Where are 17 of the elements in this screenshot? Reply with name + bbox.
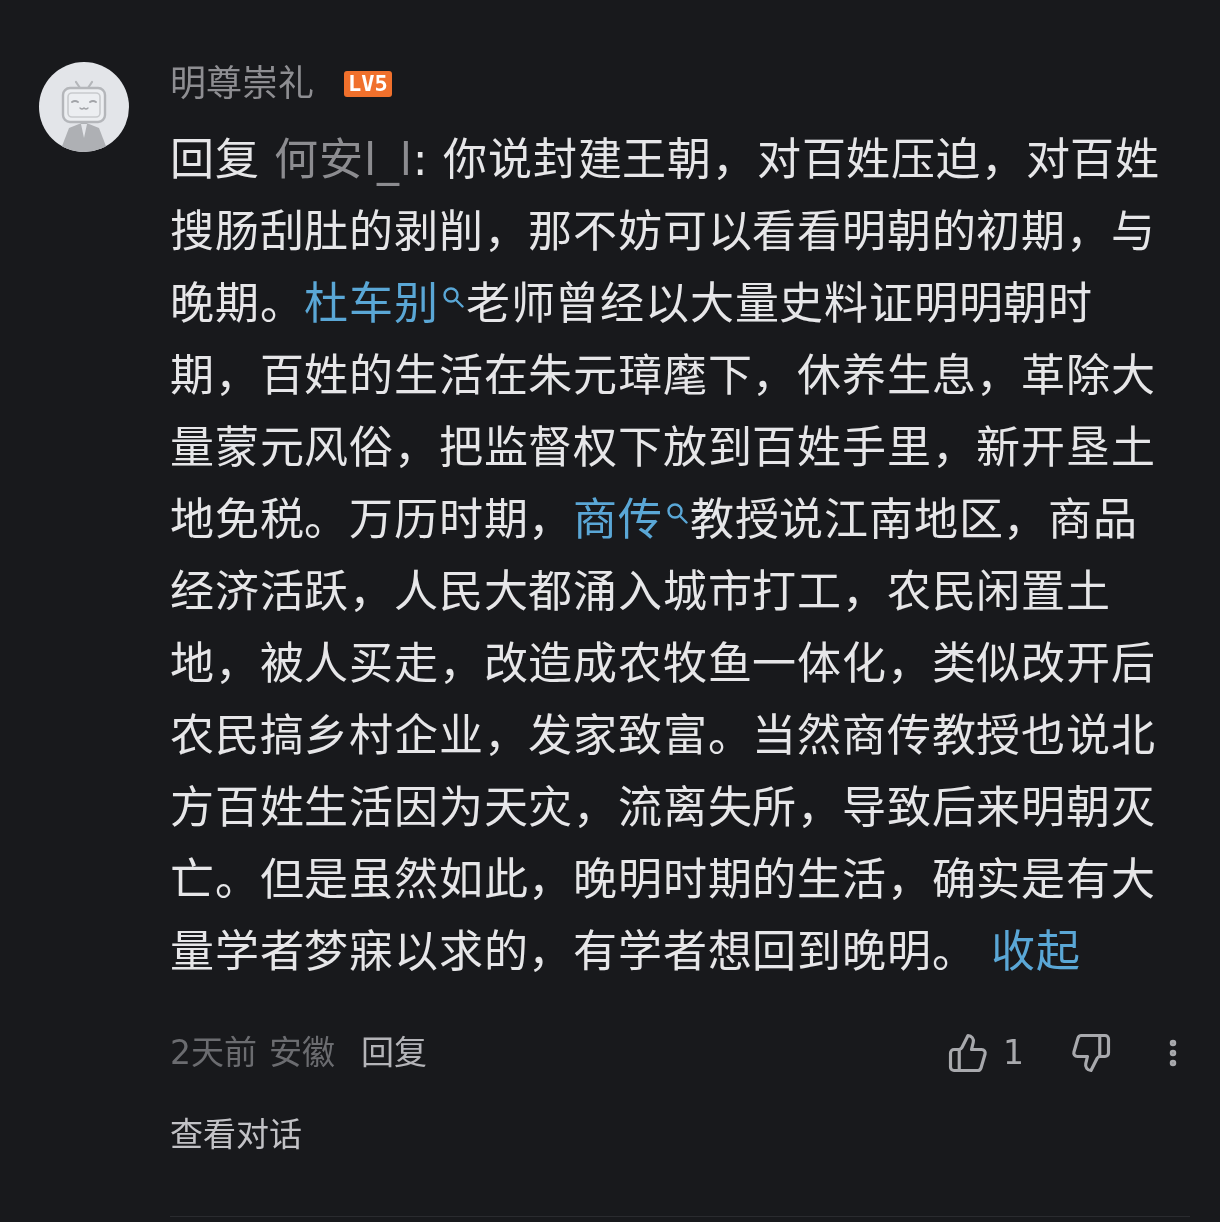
reply-button[interactable]: 回复 xyxy=(361,1028,427,1078)
author-name[interactable]: 明尊崇礼 xyxy=(170,62,314,106)
like-icon[interactable] xyxy=(947,1032,989,1074)
keyword-link[interactable]: 杜车别 xyxy=(304,278,466,329)
mention-link[interactable]: 何安l_l xyxy=(274,134,413,185)
like-count: 1 xyxy=(1003,1032,1024,1075)
post-location: 安徽 xyxy=(269,1032,335,1075)
keyword-link[interactable]: 商传 xyxy=(573,494,690,545)
search-icon xyxy=(441,286,464,308)
search-icon xyxy=(665,502,688,524)
tv-avatar-icon[interactable] xyxy=(39,62,129,152)
level-badge: LV5 xyxy=(344,71,392,97)
dislike-icon[interactable] xyxy=(1070,1032,1112,1074)
view-conversation-link[interactable]: 查看对话 xyxy=(170,1113,302,1157)
comment-text: 回复 何安l_l: 你说封建王朝，对百姓压迫，对百姓搜肠刮肚的剥削，那不妨可以看看明朝的初期，与晚期。杜车别 老师曾经以大量史料证明明朝时期，百姓的生活在朱元璋麾下，休养生息，革除大量蒙元风俗，把监督权下放到百姓手里，新开垦土地免税。万历时期，商传 教授说江南地区，商品经济活跃，人民大都涌入城市打工，农民闲置土地，被人买走，改造成农牧鱼一体化，类似改开后农民搞乡村企业，发家致富。当然商传教授也说北方百姓生活因为天灾，流离失所，导致后来明朝灭亡。但是虽然如此，晚明时期的生活，确实是有大量学者梦寐以求的，有学者想回到晚明。 收起 xyxy=(170,133,1162,979)
collapse-link[interactable]: 收起 xyxy=(991,926,1081,977)
post-time: 2天前 xyxy=(170,1032,257,1075)
